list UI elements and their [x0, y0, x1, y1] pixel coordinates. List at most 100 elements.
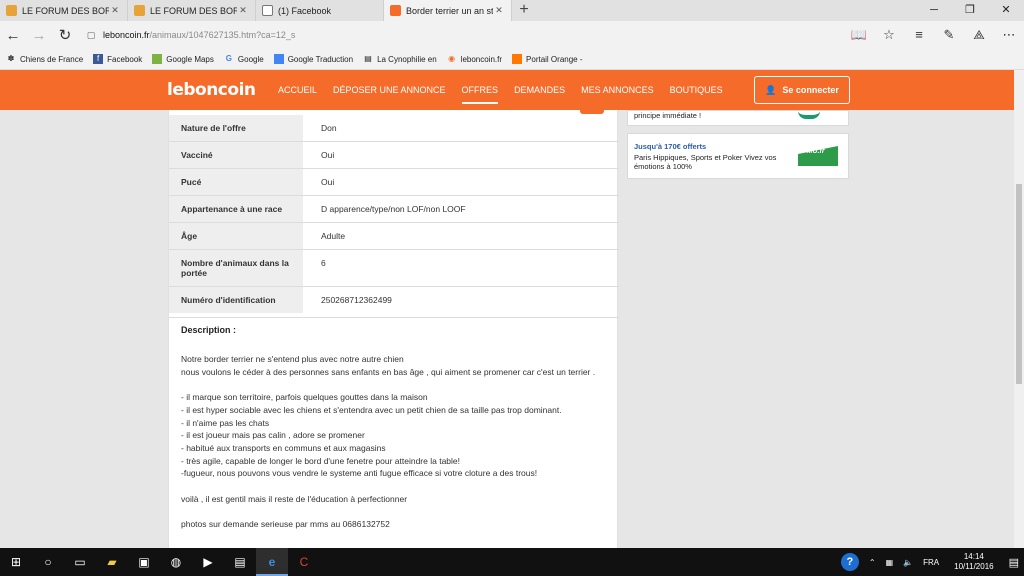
language-indicator[interactable]: FRA — [923, 558, 939, 567]
favorite-portail-orange[interactable]: Portail Orange - — [512, 54, 583, 64]
new-tab-button[interactable]: + — [512, 0, 536, 21]
page-scrollbar[interactable] — [1014, 70, 1024, 548]
edge-browser-icon[interactable]: e — [256, 548, 288, 576]
description-line: - très agile, capable de longer le bord … — [181, 455, 461, 466]
favorite-google-traduction[interactable]: Google Traduction — [273, 54, 353, 64]
criteria-row: Appartenance à une race D apparence/type… — [169, 195, 619, 222]
task-view-icon[interactable]: ▭ — [64, 548, 96, 576]
ccleaner-icon[interactable]: C — [288, 548, 320, 576]
criteria-row: Âge Adulte — [169, 222, 619, 249]
tab-title: LE FORUM DES BORDER TE — [22, 5, 109, 16]
google-icon: G — [225, 54, 232, 63]
site-header: leboncoin ACCUEIL DÉPOSER UNE ANNONCE OF… — [0, 70, 1024, 110]
criteria-value: Adulte — [321, 231, 346, 241]
app-icon[interactable]: ◍ — [160, 548, 192, 576]
hub-icon[interactable]: ≡ — [904, 27, 934, 43]
url-host: leboncoin.fr — [103, 30, 150, 40]
search-icon[interactable]: ○ — [32, 548, 64, 576]
login-button[interactable]: 👤 Se connecter — [754, 76, 850, 104]
help-icon[interactable]: ? — [840, 553, 859, 571]
address-bar[interactable]: ▢ leboncoin.fr /animaux/1047627135.htm?c… — [84, 24, 804, 46]
windows-start-icon[interactable]: ⊞ — [0, 548, 32, 576]
criteria-row: Numéro d'identification 250268712362499 — [169, 286, 619, 313]
share-icon[interactable]: ⟁ — [964, 27, 994, 43]
main-nav: ACCUEIL DÉPOSER UNE ANNONCE OFFRES DEMAN… — [278, 70, 739, 110]
ad-text: principe immédiate ! — [634, 111, 702, 120]
criteria-label: Nature de l'offre — [169, 115, 303, 141]
page-icon — [262, 5, 273, 16]
criteria-value: 250268712362499 — [321, 295, 392, 305]
browser-tab-3[interactable]: (1) Facebook — [256, 0, 384, 21]
favorite-google-maps[interactable]: Google Maps — [152, 54, 214, 64]
ad-title: Jusqu'à 170€ offerts — [634, 142, 707, 151]
browser-tab-1[interactable]: LE FORUM DES BORDER TE ✕ — [0, 0, 128, 21]
pmu-ad[interactable]: Jusqu'à 170€ offerts Paris Hippiques, Sp… — [627, 133, 849, 179]
criteria-value: Don — [321, 123, 337, 133]
file-explorer-icon[interactable]: ▰ — [96, 548, 128, 576]
page-viewport: Nature de l'offre Don Vacciné Oui Pucé O… — [0, 110, 1014, 548]
favorite-chiens-de-france[interactable]: ✽ Chiens de France — [6, 54, 84, 64]
app-icon[interactable]: ▤ — [224, 548, 256, 576]
login-label: Se connecter — [782, 85, 839, 95]
close-icon[interactable]: ✕ — [237, 5, 249, 16]
page-info-icon[interactable]: ▢ — [84, 30, 98, 41]
clock[interactable]: 14:14 10/11/2016 — [949, 552, 998, 572]
description-section: Description : Notre border terrier ne s'… — [169, 317, 619, 531]
favorite-google[interactable]: G Google — [224, 54, 264, 64]
criteria-value: Oui — [321, 150, 335, 160]
close-window-icon[interactable]: ✕ — [988, 0, 1024, 21]
tab-title: LE FORUM DES BORDER TE — [150, 5, 237, 16]
windows-taskbar: ⊞ ○ ▭ ▰ ▣ ◍ ▶ ▤ e C ? ⌃ ▦ 🔈 FRA 14:14 10… — [0, 548, 1024, 576]
restore-icon[interactable]: ❐ — [952, 0, 988, 21]
nav-boutiques[interactable]: BOUTIQUES — [670, 70, 723, 110]
favorites-bar: ✽ Chiens de France f Facebook Google Maps … — [0, 49, 1024, 70]
close-icon[interactable]: ✕ — [109, 5, 121, 16]
description-line: - il marque son territoire, parfois quel… — [181, 392, 428, 403]
orange-icon — [512, 54, 523, 64]
user-icon: 👤 — [765, 84, 777, 95]
volume-icon[interactable]: 🔈 — [903, 558, 913, 567]
sidebar-ad[interactable]: principe immédiate ! — [627, 110, 849, 126]
criteria-value: 6 — [321, 258, 326, 268]
description-line: - il est joueur mais pas calin , adore s… — [181, 430, 365, 441]
favorite-star-icon[interactable]: ☆ — [874, 27, 904, 43]
notifications-icon[interactable]: ▤ — [1009, 556, 1019, 569]
browser-tab-2[interactable]: LE FORUM DES BORDER TE ✕ — [128, 0, 256, 21]
criteria-label: Vacciné — [169, 142, 303, 168]
minimize-icon[interactable]: ─ — [916, 0, 952, 21]
description-line: voilà , il est gentil mais il reste de l… — [181, 493, 408, 504]
more-icon[interactable]: ⋯ — [994, 27, 1024, 43]
address-toolbar: ← → ↻ ▢ leboncoin.fr /animaux/1047627135… — [0, 21, 1024, 49]
web-note-icon[interactable]: ✎ — [934, 27, 964, 43]
media-player-icon[interactable]: ▶ — [192, 548, 224, 576]
refresh-icon[interactable]: ↻ — [52, 26, 78, 44]
scroll-thumb[interactable] — [1016, 184, 1022, 384]
network-icon[interactable]: ▦ — [886, 558, 894, 567]
favorite-leboncoin[interactable]: ◉ leboncoin.fr — [447, 54, 502, 64]
chevron-up-icon[interactable]: ⌃ — [869, 558, 876, 567]
translate-icon — [273, 54, 284, 64]
browser-actions: 📖 ☆ ≡ ✎ ⟁ ⋯ — [844, 27, 1024, 43]
nav-mes-annonces[interactable]: MES ANNONCES — [581, 70, 654, 110]
nav-accueil[interactable]: ACCUEIL — [278, 70, 317, 110]
criteria-label: Numéro d'identification — [169, 287, 303, 313]
system-tray: ? ⌃ ▦ 🔈 FRA 14:14 10/11/2016 ▤ — [836, 552, 1024, 572]
description-line: - il n'aime pas les chats — [181, 417, 270, 428]
store-icon[interactable]: ▣ — [128, 548, 160, 576]
nav-offres[interactable]: OFFRES — [461, 70, 498, 110]
description-title: Description : — [181, 325, 237, 335]
site-logo[interactable]: leboncoin — [167, 80, 256, 100]
criteria-row: Nombre d'animaux dans la portée 6 — [169, 249, 619, 286]
criteria-label: Pucé — [169, 169, 303, 195]
favorite-la-cynophilie[interactable]: ▤ La Cynophilie en — [363, 54, 436, 64]
reading-view-icon[interactable]: 📖 — [844, 27, 874, 43]
favorite-facebook[interactable]: f Facebook — [93, 54, 142, 64]
nav-demandes[interactable]: DEMANDES — [514, 70, 565, 110]
forward-icon[interactable]: → — [26, 27, 52, 44]
nav-deposer-annonce[interactable]: DÉPOSER UNE ANNONCE — [333, 70, 446, 110]
tab-title: (1) Facebook — [278, 5, 332, 16]
back-icon[interactable]: ← — [0, 27, 26, 44]
close-icon[interactable]: ✕ — [493, 5, 505, 16]
leboncoin-icon: ◉ — [448, 54, 456, 63]
browser-tab-4[interactable]: Border terrier un an ster ✕ — [384, 0, 512, 21]
